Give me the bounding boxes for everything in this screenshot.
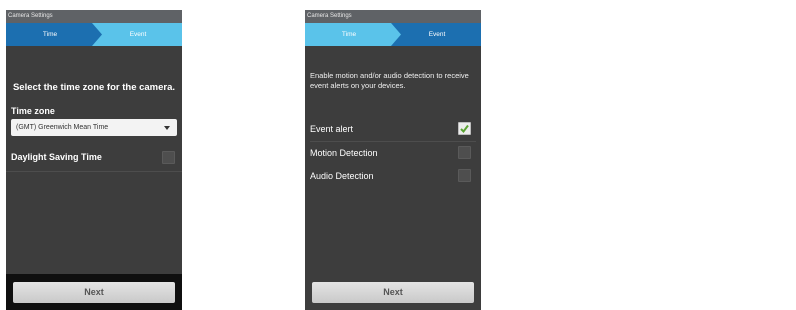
dropdown-arrow-icon <box>164 126 170 130</box>
timezone-label: Time zone <box>11 106 55 116</box>
next-button[interactable]: Next <box>312 282 474 303</box>
next-button[interactable]: Next <box>13 282 175 303</box>
option-label-audio-detection: Audio Detection <box>310 171 374 181</box>
step-time[interactable]: Time <box>6 23 94 46</box>
bottom-bar: Next <box>6 274 182 310</box>
bottom-bar: Next <box>305 274 481 310</box>
step-time[interactable]: Time <box>305 23 393 46</box>
divider <box>310 141 476 142</box>
window-title: Camera Settings <box>305 10 481 23</box>
dst-checkbox[interactable] <box>162 151 175 164</box>
window-title: Camera Settings <box>6 10 182 23</box>
step-event[interactable]: Event <box>393 23 481 46</box>
step-indicator: Time Event <box>6 23 182 46</box>
dst-label: Daylight Saving Time <box>11 152 102 162</box>
timezone-value: (GMT) Greenwich Mean Time <box>16 124 109 131</box>
event-settings-screen: Camera Settings Time Event Enable motion… <box>305 10 481 310</box>
checkmark-icon <box>460 124 469 134</box>
timezone-select[interactable]: (GMT) Greenwich Mean Time <box>11 119 177 136</box>
page-heading: Select the time zone for the camera. <box>12 82 176 93</box>
option-label-event-alert: Event alert <box>310 124 354 134</box>
audio-detection-checkbox[interactable] <box>458 169 471 182</box>
event-alert-checkbox[interactable] <box>458 122 471 135</box>
option-label-motion-detection: Motion Detection <box>310 148 378 158</box>
motion-detection-checkbox[interactable] <box>458 146 471 159</box>
step-indicator: Time Event <box>305 23 481 46</box>
time-settings-screen: Camera Settings Time Event Select the ti… <box>6 10 182 310</box>
divider <box>6 171 182 172</box>
step-event[interactable]: Event <box>94 23 182 46</box>
event-description: Enable motion and/or audio detection to … <box>310 71 469 90</box>
